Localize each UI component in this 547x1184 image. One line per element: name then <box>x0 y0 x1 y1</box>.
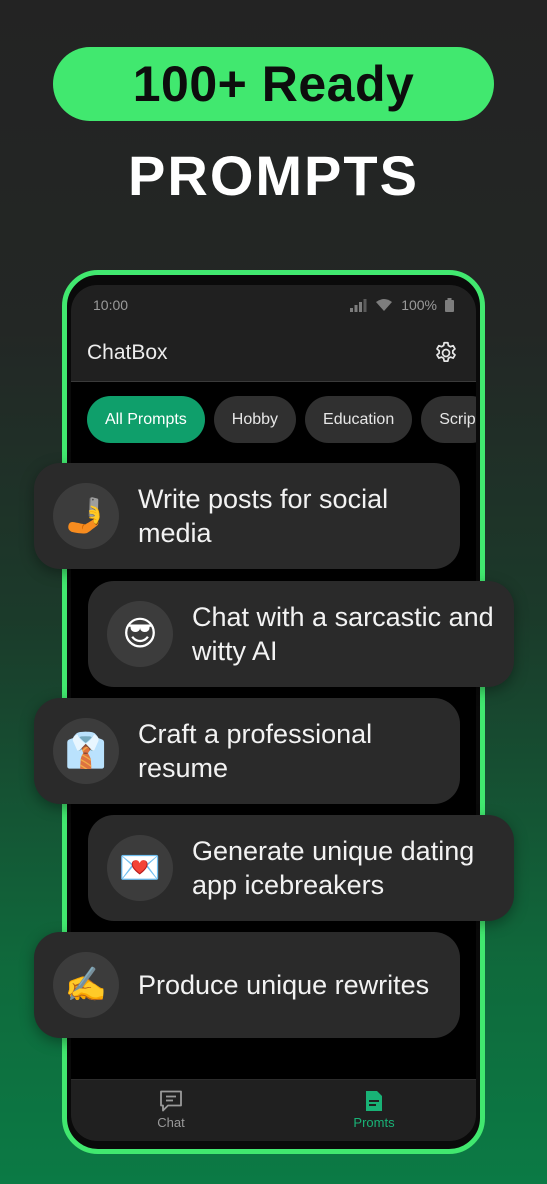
status-bar: 10:00 100% <box>71 285 476 325</box>
bottom-nav: Chat Promts <box>71 1079 476 1141</box>
prompt-card[interactable]: 👔 Craft a professional resume <box>34 698 460 804</box>
chip-hobby[interactable]: Hobby <box>213 396 297 443</box>
prompt-card[interactable]: 😎 Chat with a sarcastic and witty AI <box>88 581 514 687</box>
sunglasses-face-icon: 😎 <box>107 601 173 667</box>
battery-level: 100% <box>401 297 437 313</box>
headline-text: 100+ Ready <box>132 56 415 112</box>
category-chips: All Prompts Hobby Education Scrip <box>87 396 476 444</box>
chip-education[interactable]: Education <box>305 396 413 443</box>
chip-scripts[interactable]: Scrip <box>421 396 476 443</box>
nav-prompts[interactable]: Promts <box>334 1089 414 1130</box>
signal-icon <box>350 299 367 312</box>
prompt-text: Generate unique dating app icebreakers <box>192 836 475 900</box>
chat-bubble-icon <box>160 1090 182 1112</box>
settings-button[interactable] <box>432 339 460 367</box>
prompt-text: Write posts for social media <box>138 484 389 548</box>
subheadline: PROMPTS <box>128 144 419 207</box>
prompt-text: Produce unique rewrites <box>138 970 430 1000</box>
prompt-text: Chat with a sarcastic and witty AI <box>192 602 494 666</box>
status-icons: 100% <box>349 297 454 313</box>
gear-icon <box>436 341 456 362</box>
prompt-card[interactable]: 🤳 Write posts for social media <box>34 463 460 569</box>
love-letter-icon: 💌 <box>107 835 173 901</box>
document-icon <box>366 1091 382 1111</box>
status-time: 10:00 <box>93 297 129 313</box>
nav-prompts-label: Promts <box>353 1115 395 1130</box>
necktie-icon: 👔 <box>53 718 119 784</box>
prompt-card[interactable]: ✍️ Produce unique rewrites <box>34 932 460 1038</box>
app-title: ChatBox <box>87 341 168 364</box>
prompt-text: Craft a professional resume <box>138 719 373 783</box>
wifi-icon <box>376 299 393 311</box>
writing-hand-icon: ✍️ <box>53 952 119 1018</box>
headline-banner: 100+ Ready <box>53 47 494 121</box>
chip-all-prompts[interactable]: All Prompts <box>87 396 205 443</box>
nav-chat[interactable]: Chat <box>131 1089 211 1130</box>
prompt-card[interactable]: 💌 Generate unique dating app icebreakers <box>88 815 514 921</box>
nav-chat-label: Chat <box>157 1115 185 1130</box>
battery-icon <box>445 298 454 312</box>
app-header: ChatBox <box>71 325 476 382</box>
selfie-icon: 🤳 <box>53 483 119 549</box>
